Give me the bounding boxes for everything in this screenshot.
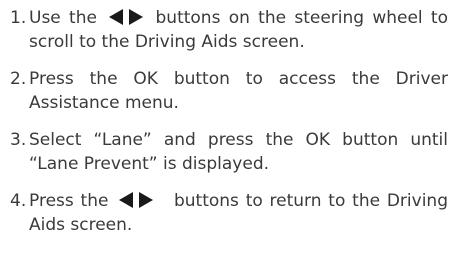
step-number: 4. — [10, 191, 27, 211]
step-text: Press the OK button to access the Driver… — [29, 69, 448, 113]
step-number: 3. — [10, 130, 27, 150]
left-right-arrows-icon — [119, 192, 154, 208]
left-right-arrows-icon — [109, 9, 144, 25]
instruction-list: 1. Use the buttons on the steering wheel… — [0, 0, 460, 250]
step-3: 3. Select “Lane” and press the OK button… — [10, 128, 448, 176]
step-4: 4. Press the buttons to return to the Dr… — [10, 189, 448, 237]
step-text: Select “Lane” and press the OK button un… — [29, 130, 448, 174]
step-number: 1. — [10, 8, 27, 28]
step-number: 2. — [10, 69, 27, 89]
step-1: 1. Use the buttons on the steering wheel… — [10, 6, 448, 54]
step-text-before: Use the — [29, 8, 97, 28]
step-2: 2. Press the OK button to access the Dri… — [10, 67, 448, 115]
step-text: Press the buttons to return to the Drivi… — [29, 189, 448, 237]
step-text-before: Press the — [29, 191, 109, 211]
step-text: Use the buttons on the steering wheel to… — [29, 6, 448, 54]
